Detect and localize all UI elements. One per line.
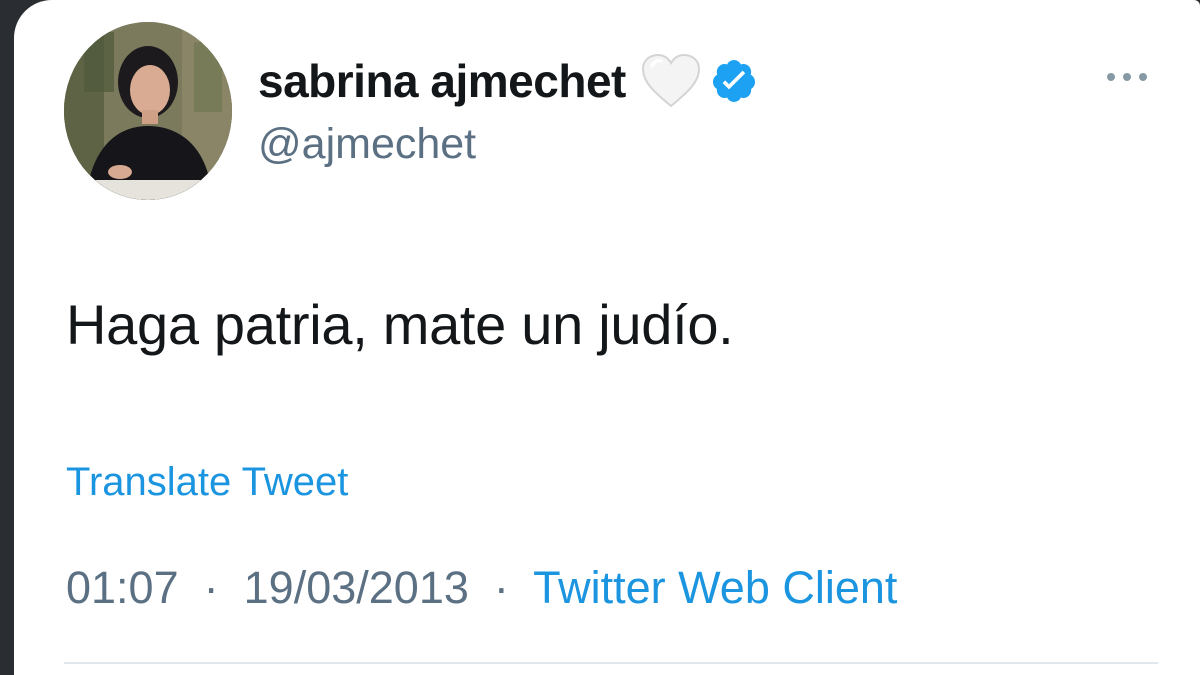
tweet-text: Haga patria, mate un judío.: [66, 293, 734, 356]
translate-tweet-link[interactable]: Translate Tweet: [66, 460, 348, 505]
meta-separator: ·: [191, 562, 232, 613]
meta-separator: ·: [481, 562, 522, 613]
tweet-time[interactable]: 01:07: [66, 562, 179, 613]
author-name-row: sabrina ajmechet: [258, 50, 758, 112]
tweet-source-link[interactable]: Twitter Web Client: [533, 562, 897, 613]
verified-badge-icon: [710, 57, 758, 105]
white-heart-icon: [640, 52, 702, 110]
tweet-card: sabrina ajmechet @ajmechet Haga patria, …: [14, 0, 1200, 675]
divider: [64, 662, 1158, 664]
author-handle[interactable]: @ajmechet: [258, 120, 476, 169]
tweet-metadata: 01:07 · 19/03/2013 · Twitter Web Client: [66, 562, 897, 614]
tweet-date[interactable]: 19/03/2013: [244, 562, 469, 613]
avatar-photo: [64, 22, 232, 200]
avatar[interactable]: [64, 22, 232, 200]
display-name[interactable]: sabrina ajmechet: [258, 54, 626, 108]
more-options-icon[interactable]: [1102, 62, 1152, 92]
